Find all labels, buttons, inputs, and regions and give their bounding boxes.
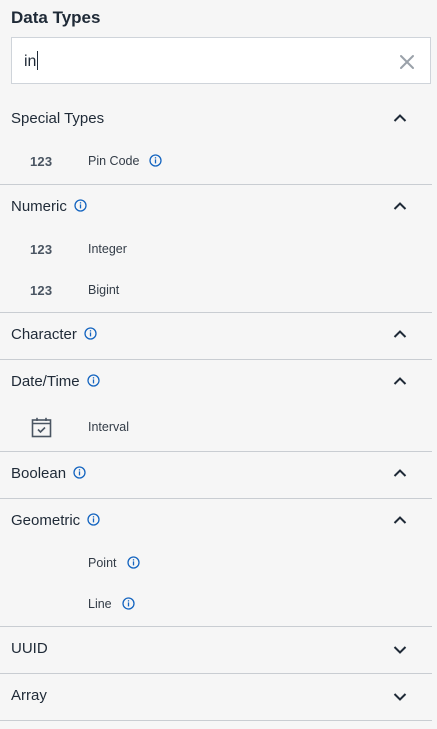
section-header-date-time[interactable]: Date/Time	[0, 360, 432, 406]
section-header-boolean[interactable]: Boolean	[0, 452, 432, 498]
info-icon[interactable]	[86, 374, 100, 387]
number-type-icon: 123	[30, 242, 53, 257]
section-numeric: Numeric 123 Integer 123 Bigint	[0, 185, 432, 313]
type-item-integer[interactable]: 123 Integer	[0, 230, 432, 270]
panel-title: Data Types	[11, 8, 101, 27]
type-item-interval[interactable]: Interval	[0, 408, 432, 448]
info-icon[interactable]	[121, 597, 135, 610]
info-icon[interactable]	[74, 199, 87, 212]
info-icon[interactable]	[87, 513, 100, 526]
info-icon[interactable]	[84, 327, 97, 340]
section-header-uuid[interactable]: UUID	[0, 627, 432, 673]
section-special-types: Special Types 123 Pin Code	[0, 97, 432, 185]
info-icon[interactable]	[73, 466, 86, 479]
number-type-icon: 123	[30, 283, 53, 298]
section-header-array[interactable]: Array	[0, 674, 432, 720]
calendar-icon	[31, 417, 52, 438]
type-item-point[interactable]: Point	[0, 544, 432, 584]
section-character: Character	[0, 313, 432, 360]
chevron-up-icon[interactable]	[393, 468, 407, 478]
chevron-up-icon[interactable]	[393, 329, 407, 339]
section-uuid: UUID	[0, 627, 432, 674]
section-title: Character	[11, 326, 77, 343]
clear-icon[interactable]	[398, 53, 416, 71]
search-input[interactable]: in	[11, 37, 431, 84]
type-label: Line	[88, 597, 112, 611]
chevron-down-icon[interactable]	[393, 645, 407, 655]
section-boolean: Boolean	[0, 452, 432, 499]
section-header-character[interactable]: Character	[0, 313, 432, 359]
section-geometric: Geometric Point Line	[0, 499, 432, 627]
type-item-pin-code[interactable]: 123 Pin Code	[0, 142, 432, 182]
section-title: Special Types	[11, 110, 105, 127]
type-item-line[interactable]: Line	[0, 585, 432, 625]
section-title: Date/Time	[11, 373, 80, 390]
section-array: Array	[0, 674, 432, 721]
section-header-special-types[interactable]: Special Types	[0, 97, 432, 143]
type-label: Point	[88, 556, 117, 570]
type-label: Pin Code	[88, 154, 140, 168]
type-item-bigint[interactable]: 123 Bigint	[0, 271, 432, 311]
info-icon[interactable]	[126, 556, 140, 569]
section-title: Array	[11, 687, 47, 704]
chevron-up-icon[interactable]	[393, 515, 407, 525]
section-date-time: Date/Time Interval	[0, 360, 432, 452]
search-value: in	[24, 53, 37, 70]
text-caret	[37, 51, 39, 70]
info-icon[interactable]	[149, 154, 163, 167]
section-title: Numeric	[11, 198, 67, 215]
chevron-down-icon[interactable]	[393, 692, 407, 702]
data-types-panel: Data Types in Special Types 123 Pin Code…	[0, 0, 437, 729]
section-title: UUID	[11, 640, 48, 657]
section-title: Boolean	[11, 465, 67, 482]
section-header-geometric[interactable]: Geometric	[0, 499, 432, 545]
type-label: Integer	[88, 242, 127, 256]
chevron-up-icon[interactable]	[393, 113, 407, 123]
section-header-numeric[interactable]: Numeric	[0, 185, 432, 231]
type-label: Interval	[88, 420, 129, 434]
chevron-up-icon[interactable]	[393, 201, 407, 211]
chevron-up-icon[interactable]	[393, 376, 407, 386]
number-type-icon: 123	[30, 154, 53, 169]
type-label: Bigint	[88, 283, 120, 297]
section-title: Geometric	[11, 512, 81, 529]
